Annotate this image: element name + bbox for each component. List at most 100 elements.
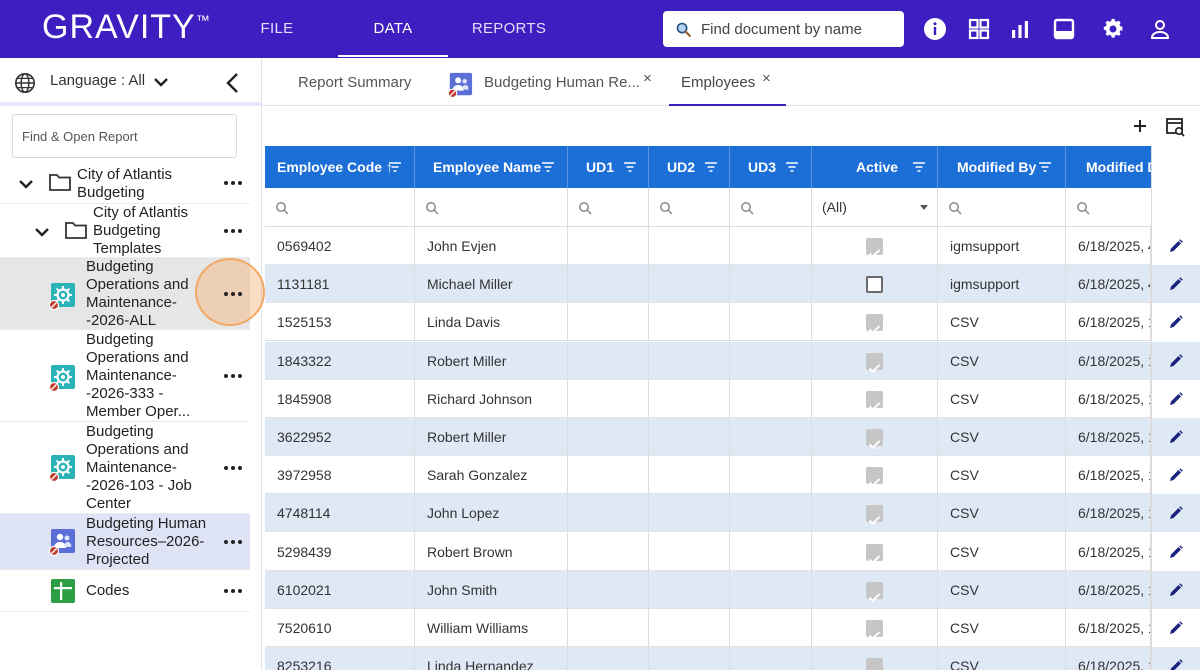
info-icon[interactable] bbox=[923, 17, 947, 41]
filter-cell-employee-name[interactable] bbox=[415, 188, 568, 227]
edit-row-button[interactable] bbox=[1151, 456, 1200, 495]
cell-employee-name[interactable]: Michael Miller bbox=[415, 265, 568, 304]
cell-ud1[interactable] bbox=[568, 494, 649, 533]
cell-modified-date[interactable]: 6/18/2025, 1 bbox=[1066, 647, 1151, 670]
document-search-box[interactable] bbox=[663, 11, 904, 47]
active-checkbox[interactable] bbox=[866, 581, 883, 602]
cell-employee-name[interactable]: John Evjen bbox=[415, 227, 568, 265]
cell-modified-by[interactable]: CSV bbox=[938, 379, 1066, 418]
filter-icon[interactable] bbox=[541, 160, 555, 174]
cell-employee-name[interactable]: Linda Davis bbox=[415, 303, 568, 342]
edit-row-button[interactable] bbox=[1151, 227, 1200, 265]
cell-employee-code[interactable]: 8253216 bbox=[265, 647, 415, 670]
cell-ud1[interactable] bbox=[568, 265, 649, 304]
user-icon[interactable] bbox=[1148, 17, 1172, 41]
filter-icon[interactable] bbox=[785, 160, 799, 174]
cell-ud2[interactable] bbox=[649, 494, 730, 533]
edit-row-button[interactable] bbox=[1151, 265, 1200, 304]
col-header-ud1[interactable]: UD1 bbox=[568, 146, 649, 188]
cell-employee-code[interactable]: 1525153 bbox=[265, 303, 415, 342]
table-row[interactable]: 1843322 Robert Miller CSV 6/18/2025, 1 bbox=[265, 341, 1200, 380]
cell-modified-by[interactable]: CSV bbox=[938, 341, 1066, 380]
cell-ud2[interactable] bbox=[649, 265, 730, 304]
cell-modified-by[interactable]: CSV bbox=[938, 609, 1066, 647]
filter-icon[interactable] bbox=[388, 160, 402, 174]
more-options-icon[interactable] bbox=[224, 181, 242, 187]
cell-ud1[interactable] bbox=[568, 227, 649, 265]
cell-active[interactable] bbox=[812, 456, 938, 495]
nav-file[interactable]: FILE bbox=[222, 0, 332, 56]
cell-modified-date[interactable]: 6/18/2025, 1 bbox=[1066, 418, 1151, 456]
filter-icon[interactable] bbox=[704, 160, 718, 174]
more-options-icon[interactable] bbox=[224, 229, 242, 235]
filter-cell-ud3[interactable] bbox=[730, 188, 812, 227]
col-header-employee-code[interactable]: Employee Code ↑ bbox=[265, 146, 415, 188]
cell-modified-by[interactable]: CSV bbox=[938, 456, 1066, 495]
cell-modified-date[interactable]: 6/18/2025, 1 bbox=[1066, 609, 1151, 647]
col-header-ud3[interactable]: UD3 bbox=[730, 146, 812, 188]
chevron-down-icon[interactable] bbox=[34, 226, 50, 238]
cell-modified-date[interactable]: 6/18/2025, 1 bbox=[1066, 532, 1151, 571]
language-selector[interactable]: Language : All bbox=[50, 72, 145, 89]
cell-ud2[interactable] bbox=[649, 647, 730, 670]
cell-ud2[interactable] bbox=[649, 570, 730, 609]
find-report-box[interactable] bbox=[12, 114, 237, 158]
cell-modified-date[interactable]: 6/18/2025, 1 bbox=[1066, 456, 1151, 495]
cell-employee-code[interactable]: 5298439 bbox=[265, 532, 415, 571]
cell-employee-name[interactable]: Robert Miller bbox=[415, 341, 568, 380]
table-row[interactable]: 7520610 William Williams CSV 6/18/2025, 1 bbox=[265, 609, 1200, 647]
cell-ud1[interactable] bbox=[568, 532, 649, 571]
cell-ud3[interactable] bbox=[730, 494, 812, 533]
cell-employee-code[interactable]: 1845908 bbox=[265, 379, 415, 418]
table-row[interactable]: 4748114 John Lopez CSV 6/18/2025, 1 bbox=[265, 494, 1200, 533]
cell-modified-date[interactable]: 6/18/2025, 4 bbox=[1066, 227, 1151, 265]
cell-employee-name[interactable]: Richard Johnson bbox=[415, 379, 568, 418]
filter-icon[interactable] bbox=[1038, 160, 1052, 174]
cell-modified-date[interactable]: 6/18/2025, 1 bbox=[1066, 341, 1151, 380]
cell-active[interactable] bbox=[812, 379, 938, 418]
more-options-icon[interactable] bbox=[224, 540, 242, 546]
cell-active[interactable] bbox=[812, 647, 938, 670]
filter-cell-ud1[interactable] bbox=[568, 188, 649, 227]
tab-budgeting-human-resources[interactable]: Budgeting Human Re... bbox=[484, 58, 640, 106]
edit-row-button[interactable] bbox=[1151, 532, 1200, 571]
cell-ud2[interactable] bbox=[649, 532, 730, 571]
table-row[interactable]: 1845908 Richard Johnson CSV 6/18/2025, 1 bbox=[265, 379, 1200, 418]
active-checkbox[interactable] bbox=[866, 620, 883, 641]
cell-ud1[interactable] bbox=[568, 609, 649, 647]
nav-reports[interactable]: REPORTS bbox=[454, 0, 564, 56]
book-icon[interactable] bbox=[1052, 17, 1076, 41]
edit-row-button[interactable] bbox=[1151, 303, 1200, 342]
cell-ud3[interactable] bbox=[730, 647, 812, 670]
active-checkbox[interactable] bbox=[866, 238, 883, 259]
cell-employee-name[interactable]: Robert Brown bbox=[415, 532, 568, 571]
col-header-ud2[interactable]: UD2 bbox=[649, 146, 730, 188]
active-checkbox[interactable] bbox=[866, 505, 883, 526]
active-checkbox[interactable] bbox=[866, 276, 883, 294]
chevron-down-icon[interactable] bbox=[153, 76, 169, 88]
cell-ud1[interactable] bbox=[568, 570, 649, 609]
cell-ud1[interactable] bbox=[568, 379, 649, 418]
cell-modified-by[interactable]: CSV bbox=[938, 418, 1066, 456]
cell-ud1[interactable] bbox=[568, 303, 649, 342]
edit-row-button[interactable] bbox=[1151, 341, 1200, 380]
cell-ud1[interactable] bbox=[568, 418, 649, 456]
filter-cell-ud2[interactable] bbox=[649, 188, 730, 227]
cell-employee-code[interactable]: 0569402 bbox=[265, 227, 415, 265]
cell-modified-by[interactable]: CSV bbox=[938, 494, 1066, 533]
gear-icon[interactable] bbox=[1101, 17, 1125, 41]
cell-modified-date[interactable]: 6/18/2025, 1 bbox=[1066, 379, 1151, 418]
active-checkbox[interactable] bbox=[866, 314, 883, 335]
cell-active[interactable] bbox=[812, 341, 938, 380]
tree-item-human-resources-2026[interactable]: Budgeting Human Resources–2026-Projected bbox=[0, 514, 250, 570]
cell-ud2[interactable] bbox=[649, 418, 730, 456]
tree-item-operations-2026-333[interactable]: Budgeting Operations and Maintenance--20… bbox=[0, 330, 250, 422]
close-tab-icon[interactable]: × bbox=[762, 58, 771, 106]
tab-report-summary[interactable]: Report Summary bbox=[298, 58, 411, 106]
cell-modified-date[interactable]: 6/18/2025, 1 bbox=[1066, 303, 1151, 342]
edit-row-button[interactable] bbox=[1151, 418, 1200, 456]
edit-row-button[interactable] bbox=[1151, 647, 1200, 670]
cell-modified-by[interactable]: CSV bbox=[938, 303, 1066, 342]
cell-ud3[interactable] bbox=[730, 341, 812, 380]
cell-active[interactable] bbox=[812, 532, 938, 571]
